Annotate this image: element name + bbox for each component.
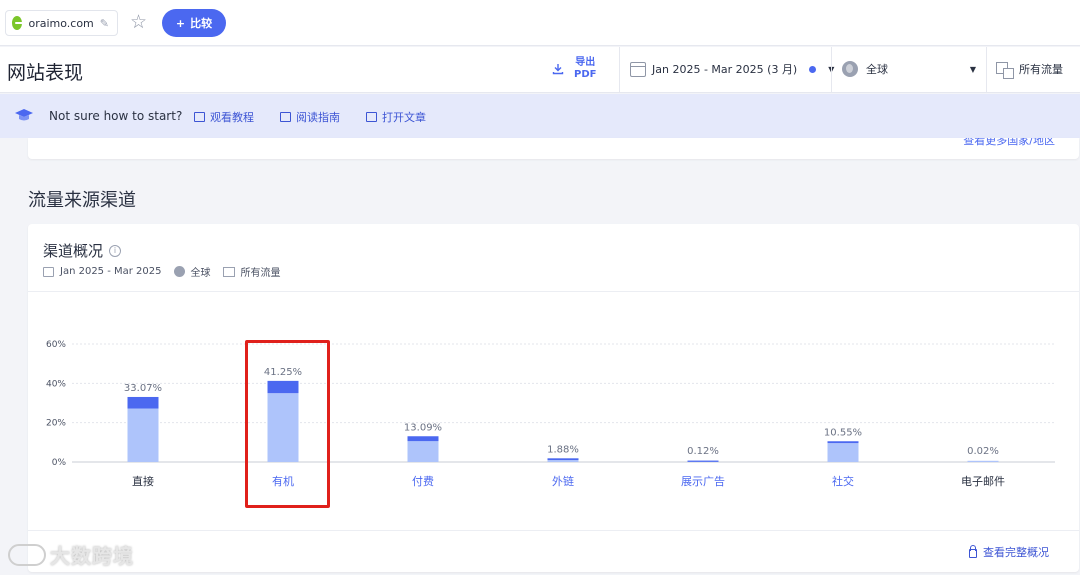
- export-label-line2: PDF: [574, 69, 597, 80]
- graduation-cap-icon: [15, 109, 33, 121]
- y-tick-label: 0%: [52, 458, 67, 468]
- bar-segment: [127, 396, 159, 409]
- watermark: 大数跨境: [8, 540, 134, 569]
- bar-segment: [827, 441, 859, 444]
- export-pdf-button[interactable]: 导出 PDF: [552, 57, 596, 81]
- bar-value-label: 13.09%: [404, 422, 442, 433]
- favorite-star-icon[interactable]: ☆: [130, 11, 147, 33]
- bar-segment: [547, 458, 579, 461]
- region-label: 全球: [866, 63, 888, 76]
- bar-segment: [407, 441, 439, 462]
- status-dot: [809, 65, 817, 73]
- open-article-label: 打开文章: [382, 111, 426, 124]
- y-tick-label: 60%: [46, 340, 66, 350]
- region-selector[interactable]: 全球 ▼: [842, 61, 976, 77]
- help-banner: Not sure how to start? 观看教程 阅读指南 打开文章: [0, 94, 1080, 138]
- plus-icon: +: [175, 16, 186, 30]
- bar-segment: [547, 460, 579, 462]
- x-category-label: 电子邮件: [961, 475, 1005, 488]
- bar-value-label: 0.02%: [967, 446, 999, 457]
- lock-icon: [969, 544, 977, 558]
- x-category-label: 直接: [132, 474, 154, 488]
- watch-tutorial-link[interactable]: 观看教程: [194, 109, 254, 125]
- calendar-icon: [630, 61, 646, 77]
- read-guide-link[interactable]: 阅读指南: [280, 109, 340, 125]
- page-header: 网站表现 导出 PDF Jan 2025 - Mar 2025 (3 月) ▼ …: [0, 47, 1080, 93]
- bar-value-label: 0.12%: [687, 446, 719, 457]
- compare-button[interactable]: + 比较: [162, 9, 226, 37]
- previous-card: 查看更多国家/地区: [28, 138, 1079, 159]
- date-range-label: Jan 2025 - Mar 2025 (3 月): [652, 63, 798, 76]
- top-bar: oraimo.com ✎ ☆ + 比较: [0, 0, 1080, 46]
- chevron-down-icon: ▼: [969, 64, 976, 74]
- download-icon: [552, 64, 564, 75]
- date-range-selector[interactable]: Jan 2025 - Mar 2025 (3 月) ▼: [630, 61, 834, 77]
- external-link-icon: [366, 112, 377, 122]
- domain-chip[interactable]: oraimo.com ✎: [5, 10, 118, 36]
- bar-value-label: 1.88%: [547, 444, 579, 455]
- domain-label: oraimo.com: [28, 16, 94, 30]
- bar-segment: [687, 460, 719, 462]
- export-label-line1: 导出: [575, 57, 596, 68]
- more-countries-link[interactable]: 查看更多国家/地区: [963, 138, 1055, 148]
- traffic-selector[interactable]: 所有流量: [996, 61, 1063, 79]
- watermark-text: 大数跨境: [50, 544, 134, 568]
- bar-segment: [967, 460, 999, 462]
- header-divider: [986, 47, 987, 93]
- site-favicon-icon: [12, 16, 24, 30]
- page-title: 网站表现: [7, 62, 84, 84]
- card-divider: [28, 530, 1079, 531]
- bar-value-label: 10.55%: [824, 427, 862, 438]
- bar-value-label: 33.07%: [124, 383, 162, 394]
- bar-segment: [267, 380, 299, 394]
- video-icon: [194, 112, 205, 122]
- section-title: 流量来源渠道: [28, 190, 136, 211]
- bar-segment: [267, 393, 299, 462]
- watermark-logo-icon: [8, 543, 46, 566]
- view-full-label: 查看完整概况: [983, 546, 1049, 559]
- bar-value-label: 41.25%: [264, 367, 302, 378]
- x-category-label[interactable]: 社交: [832, 474, 854, 488]
- watch-tutorial-label: 观看教程: [210, 111, 254, 124]
- traffic-type-icon: [996, 61, 1014, 79]
- traffic-label: 所有流量: [1019, 63, 1063, 76]
- book-icon: [280, 112, 291, 122]
- bar-segment: [407, 436, 439, 442]
- x-category-label[interactable]: 付费: [412, 475, 434, 488]
- x-category-label[interactable]: 有机: [272, 474, 294, 488]
- globe-icon: [842, 61, 858, 77]
- read-guide-label: 阅读指南: [296, 111, 340, 124]
- bar-segment: [827, 443, 859, 462]
- channel-overview-card: 渠道概况 i Jan 2025 - Mar 2025 全球 所有流量 0% 20%…: [28, 224, 1079, 572]
- header-divider: [619, 47, 620, 93]
- view-full-overview-link[interactable]: 查看完整概况: [969, 544, 1049, 560]
- header-divider: [831, 47, 832, 93]
- banner-question: Not sure how to start?: [49, 109, 183, 123]
- bar-segment: [127, 408, 159, 462]
- channel-bar-chart: 0% 20% 40% 60% 33.07% 直接 41.25% 有机 13.09% 付费 1.88%…: [46, 340, 1055, 488]
- edit-pencil-icon[interactable]: ✎: [100, 17, 109, 30]
- open-article-link[interactable]: 打开文章: [366, 109, 426, 125]
- y-tick-label: 40%: [46, 379, 66, 389]
- compare-label: 比较: [190, 17, 213, 30]
- x-category-label[interactable]: 外链: [552, 474, 574, 488]
- y-tick-label: 20%: [46, 419, 66, 429]
- x-category-label[interactable]: 展示广告: [681, 475, 725, 488]
